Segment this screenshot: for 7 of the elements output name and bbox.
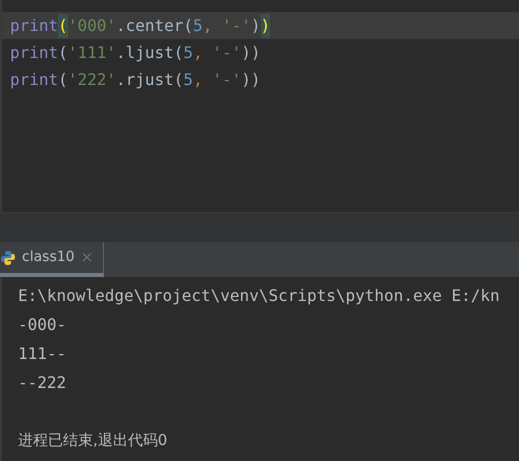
python-icon: [0, 250, 16, 266]
tab-label: class10: [22, 248, 75, 267]
console-line: -000-: [18, 314, 68, 336]
console-line: 111--: [18, 342, 68, 364]
console-line: --222: [18, 372, 68, 394]
console-line: E:\knowledge\project\venv\Scripts\python.exe E:/kn: [18, 284, 501, 306]
exit-message: 进程已结束,退出代码0: [18, 430, 168, 452]
